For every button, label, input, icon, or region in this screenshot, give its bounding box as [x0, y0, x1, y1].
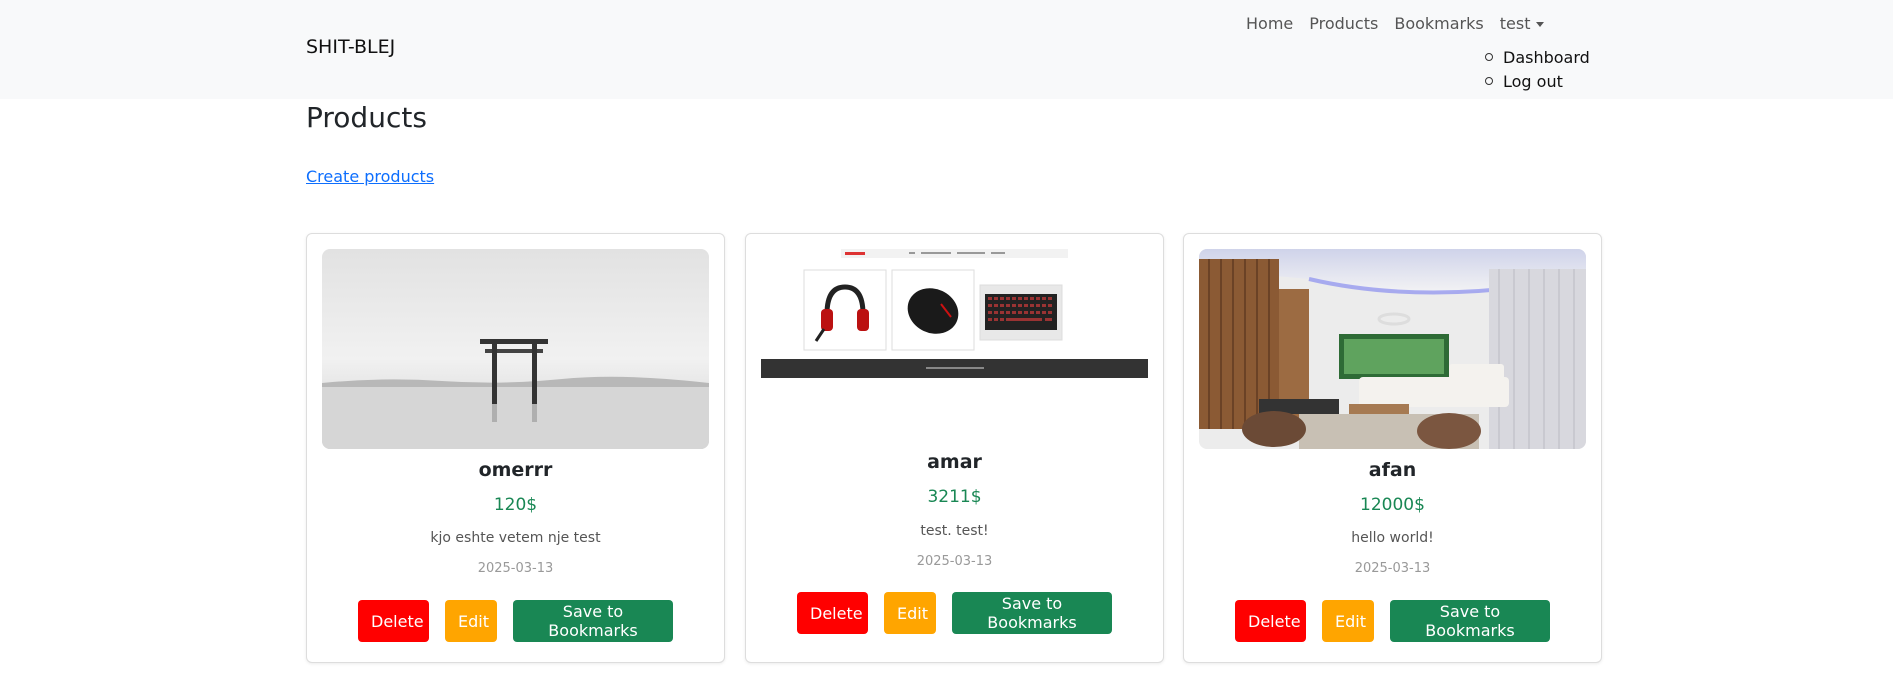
product-description: hello world! [1351, 530, 1434, 546]
dropdown-item-label: Dashboard [1503, 47, 1590, 67]
edit-button[interactable]: Edit [1322, 600, 1374, 642]
product-price: 12000$ [1360, 495, 1425, 515]
nav-bookmarks-link[interactable]: Bookmarks [1394, 14, 1483, 33]
product-card: omerrr 120$ kjo eshte vetem nje test 202… [306, 233, 725, 663]
product-date: 2025-03-13 [1354, 561, 1431, 576]
product-name: omerrr [478, 459, 553, 481]
dropdown-item-label: Log out [1503, 71, 1563, 91]
user-dropdown-menu: Dashboard Log out [1485, 45, 1590, 93]
nav-products-link[interactable]: Products [1309, 14, 1378, 33]
delete-button[interactable]: Delete [1235, 600, 1306, 642]
save-to-bookmarks-button[interactable]: Save to Bookmarks [1390, 600, 1550, 642]
product-card: amar 3211$ test. test! 2025-03-13 Delete… [745, 233, 1164, 663]
page-title: Products [306, 101, 427, 134]
dropdown-item-dashboard[interactable]: Dashboard [1485, 45, 1590, 69]
product-name: amar [927, 451, 982, 473]
product-image [322, 249, 709, 449]
product-actions: Delete Edit Save to Bookmarks [1184, 600, 1601, 642]
nav-home-link[interactable]: Home [1246, 14, 1293, 33]
brand-logo[interactable]: SHIT-BLEJ [306, 36, 395, 58]
save-to-bookmarks-button[interactable]: Save to Bookmarks [952, 592, 1112, 634]
product-name: afan [1368, 459, 1417, 481]
product-description: test. test! [920, 523, 989, 539]
product-image [1199, 249, 1586, 449]
product-image [761, 249, 1148, 379]
delete-button[interactable]: Delete [797, 592, 868, 634]
product-price: 3211$ [927, 487, 982, 507]
product-date: 2025-03-13 [477, 561, 554, 576]
nav-links: Home Products Bookmarks test [1246, 14, 1545, 33]
dropdown-item-logout[interactable]: Log out [1485, 69, 1590, 93]
save-to-bookmarks-button[interactable]: Save to Bookmarks [513, 600, 673, 642]
edit-button[interactable]: Edit [445, 600, 497, 642]
create-products-link[interactable]: Create products [306, 167, 434, 186]
user-dropdown-toggle[interactable]: test [1500, 14, 1545, 33]
delete-button[interactable]: Delete [358, 600, 429, 642]
navbar: SHIT-BLEJ Home Products Bookmarks test D… [0, 0, 1893, 99]
edit-button[interactable]: Edit [884, 592, 936, 634]
circle-bullet-icon [1485, 53, 1493, 61]
caret-down-icon [1536, 22, 1545, 27]
product-actions: Delete Edit Save to Bookmarks [307, 600, 724, 642]
product-card: afan 12000$ hello world! 2025-03-13 Dele… [1183, 233, 1602, 663]
user-name: test [1499, 14, 1531, 33]
product-description: kjo eshte vetem nje test [430, 530, 601, 546]
product-date: 2025-03-13 [916, 554, 993, 569]
product-price: 120$ [493, 495, 538, 515]
product-actions: Delete Edit Save to Bookmarks [746, 592, 1163, 634]
circle-bullet-icon [1485, 77, 1493, 85]
